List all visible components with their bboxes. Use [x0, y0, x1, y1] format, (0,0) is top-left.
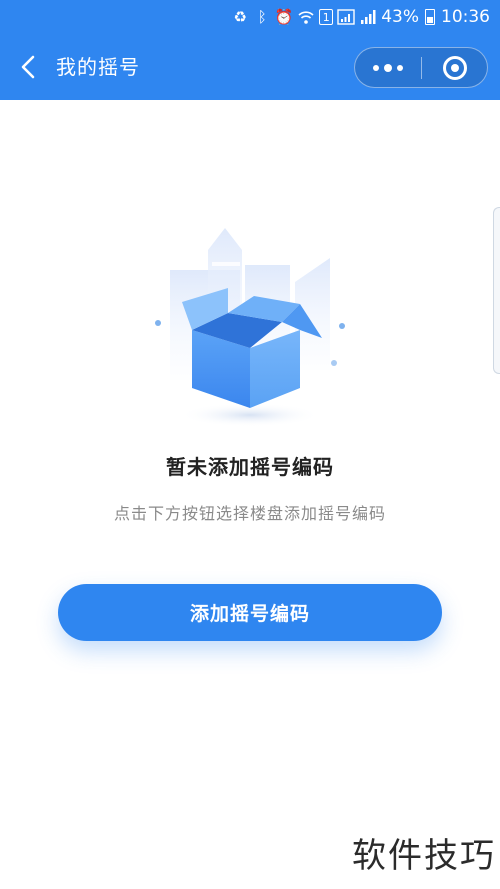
close-mini-program-button[interactable] — [422, 48, 487, 87]
page-title: 我的摇号 — [56, 55, 140, 79]
nav-bar: 我的摇号 — [0, 34, 500, 100]
empty-state-subtitle: 点击下方按钮选择楼盘添加摇号编码 — [113, 504, 386, 523]
watermark-text: 软件技巧 — [348, 815, 500, 889]
alarm-icon: ⏰ — [274, 8, 294, 26]
empty-box-illustration — [150, 220, 350, 430]
signal-icon — [337, 8, 355, 26]
add-lottery-code-button[interactable]: 添加摇号编码 — [58, 584, 442, 641]
mini-program-capsule — [354, 47, 488, 88]
status-bar: ♻ ᛒ ⏰ 1 43% 10:36 — [0, 0, 500, 34]
header: ♻ ᛒ ⏰ 1 43% 10:36 我的摇号 — [0, 0, 500, 100]
bluetooth-icon: ᛒ — [257, 8, 267, 26]
wifi-icon — [297, 8, 315, 26]
status-time: 10:36 — [441, 7, 490, 27]
notification-icon: ♻ — [233, 8, 247, 26]
battery-icon — [425, 9, 435, 25]
signal-bars-icon — [359, 8, 377, 26]
side-drawer-handle[interactable] — [493, 207, 500, 374]
empty-state-title: 暂未添加摇号编码 — [166, 455, 334, 479]
more-button[interactable] — [355, 48, 421, 87]
battery-percent: 43% — [381, 7, 419, 27]
back-arrow-icon[interactable] — [14, 52, 44, 82]
target-icon — [442, 55, 467, 80]
sim-icon: 1 — [319, 9, 334, 25]
